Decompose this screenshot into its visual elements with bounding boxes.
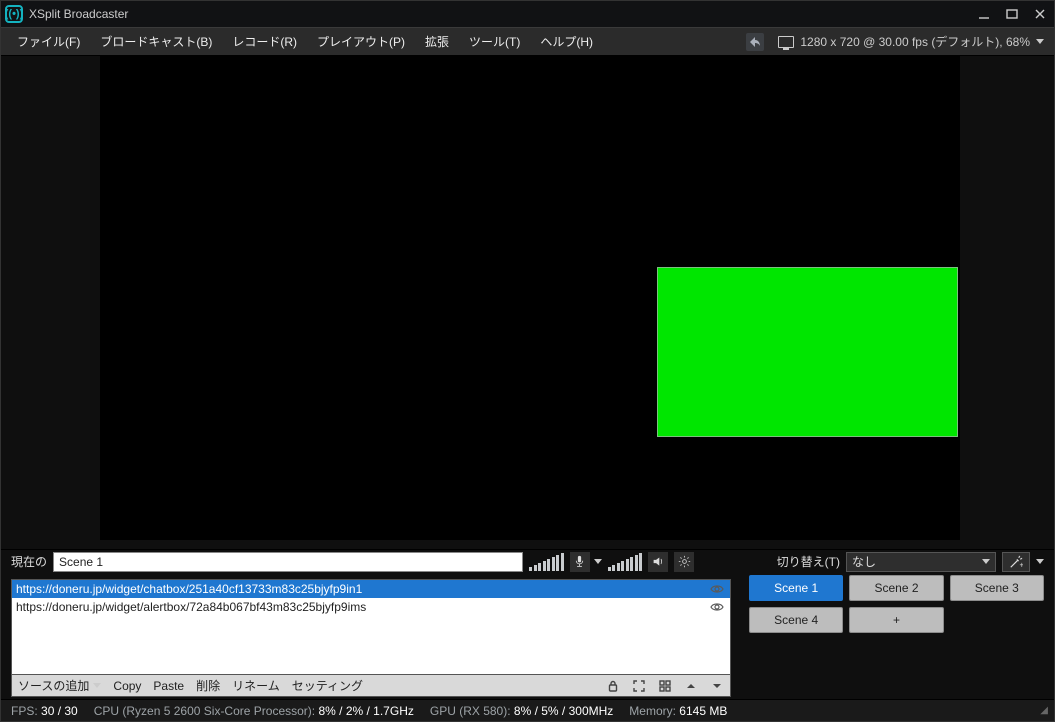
- chevron-down-icon[interactable]: [93, 683, 101, 688]
- resolution-dropdown[interactable]: 1280 x 720 @ 30.00 fps (デフォルト), 68%: [778, 33, 1044, 50]
- menu-playout[interactable]: プレイアウト(P): [311, 29, 411, 54]
- status-bar: FPS: 30 / 30 CPU (Ryzen 5 2600 Six-Core …: [1, 699, 1054, 721]
- menu-tool[interactable]: ツール(T): [463, 29, 526, 54]
- menubar: ファイル(F) ブロードキャスト(B) レコード(R) プレイアウト(P) 拡張…: [1, 27, 1054, 55]
- speaker-audio-meter: [608, 553, 643, 571]
- fps-label: FPS:: [11, 704, 38, 718]
- scene-grid: Scene 1 Scene 2 Scene 3 Scene 4 +: [749, 575, 1044, 633]
- memory-label: Memory:: [629, 704, 676, 718]
- visibility-eye-icon[interactable]: [708, 598, 726, 616]
- wand-dropdown-caret[interactable]: [1036, 559, 1044, 564]
- menu-record[interactable]: レコード(R): [226, 29, 303, 54]
- cpu-label: CPU (Ryzen 5 2600 Six-Core Processor):: [94, 704, 315, 718]
- scene-button-add[interactable]: +: [849, 607, 943, 633]
- resize-grip[interactable]: ◢: [1040, 705, 1044, 716]
- mic-audio-meter: [529, 553, 564, 571]
- menu-broadcast[interactable]: ブロードキャスト(B): [94, 29, 218, 54]
- scene-button-3[interactable]: Scene 3: [950, 575, 1044, 601]
- mic-dropdown-caret[interactable]: [594, 559, 602, 564]
- sources-panel: https://doneru.jp/widget/chatbox/251a40c…: [1, 573, 741, 699]
- move-down-icon[interactable]: [710, 679, 724, 693]
- window-title: XSplit Broadcaster: [29, 7, 128, 21]
- delete-button[interactable]: 削除: [196, 677, 220, 694]
- current-scene-label: 現在の: [11, 553, 47, 570]
- app-icon: ((•)): [5, 5, 23, 23]
- transition-label: 切り替え(T): [777, 553, 840, 570]
- close-button[interactable]: [1026, 2, 1054, 26]
- source-row[interactable]: https://doneru.jp/widget/chatbox/251a40c…: [12, 580, 730, 598]
- maximize-button[interactable]: [998, 2, 1026, 26]
- svg-text:+: +: [1020, 560, 1024, 569]
- settings-button[interactable]: セッティング: [292, 677, 363, 694]
- add-source-button[interactable]: ソースの追加: [18, 677, 89, 694]
- scene-name-input[interactable]: [53, 552, 523, 572]
- rename-button[interactable]: リネーム: [232, 677, 280, 694]
- source-overlay-green[interactable]: [657, 267, 958, 437]
- source-toolbar: ソースの追加 Copy Paste 削除 リネーム セッティング: [11, 675, 731, 697]
- copy-button[interactable]: Copy: [113, 679, 141, 693]
- gpu-label: GPU (RX 580):: [430, 704, 511, 718]
- lock-icon[interactable]: [606, 679, 620, 693]
- menu-file[interactable]: ファイル(F): [11, 29, 86, 54]
- grid-icon[interactable]: [658, 679, 672, 693]
- cpu-value: 8% / 2% / 1.7GHz: [318, 704, 413, 718]
- gpu-value: 8% / 5% / 300MHz: [514, 704, 613, 718]
- minimize-button[interactable]: [970, 2, 998, 26]
- scene-bar: 現在の 切り替え(T) なし +: [1, 549, 1054, 573]
- resolution-text: 1280 x 720 @ 30.00 fps (デフォルト), 68%: [800, 33, 1030, 50]
- chevron-down-icon: [982, 559, 990, 564]
- gear-icon[interactable]: [674, 552, 694, 572]
- preview-area[interactable]: [1, 55, 1054, 549]
- share-icon[interactable]: [746, 33, 764, 51]
- mic-icon[interactable]: [570, 552, 590, 572]
- stinger-wand-button[interactable]: +: [1002, 552, 1030, 572]
- speaker-icon[interactable]: [648, 552, 668, 572]
- source-url: https://doneru.jp/widget/alertbox/72a84b…: [16, 600, 366, 614]
- titlebar: ((•)) XSplit Broadcaster: [1, 1, 1054, 27]
- memory-value: 6145 MB: [679, 704, 727, 718]
- transition-selected-value: なし: [852, 553, 876, 570]
- source-url: https://doneru.jp/widget/chatbox/251a40c…: [16, 582, 362, 596]
- source-row[interactable]: https://doneru.jp/widget/alertbox/72a84b…: [12, 598, 730, 616]
- visibility-eye-icon[interactable]: [708, 580, 726, 598]
- paste-button[interactable]: Paste: [153, 679, 184, 693]
- source-list[interactable]: https://doneru.jp/widget/chatbox/251a40c…: [11, 579, 731, 675]
- lower-panels: https://doneru.jp/widget/chatbox/251a40c…: [1, 573, 1054, 699]
- move-up-icon[interactable]: [684, 679, 698, 693]
- fps-value: 30 / 30: [41, 704, 78, 718]
- scene-switcher-panel: Scene 1 Scene 2 Scene 3 Scene 4 +: [741, 573, 1054, 699]
- monitor-icon: [778, 36, 794, 48]
- transition-select[interactable]: なし: [846, 552, 996, 572]
- chevron-down-icon: [1036, 39, 1044, 44]
- scene-button-4[interactable]: Scene 4: [749, 607, 843, 633]
- scene-button-1[interactable]: Scene 1: [749, 575, 843, 601]
- menu-help[interactable]: ヘルプ(H): [534, 29, 599, 54]
- scene-button-2[interactable]: Scene 2: [849, 575, 943, 601]
- menu-extension[interactable]: 拡張: [419, 29, 455, 54]
- expand-icon[interactable]: [632, 679, 646, 693]
